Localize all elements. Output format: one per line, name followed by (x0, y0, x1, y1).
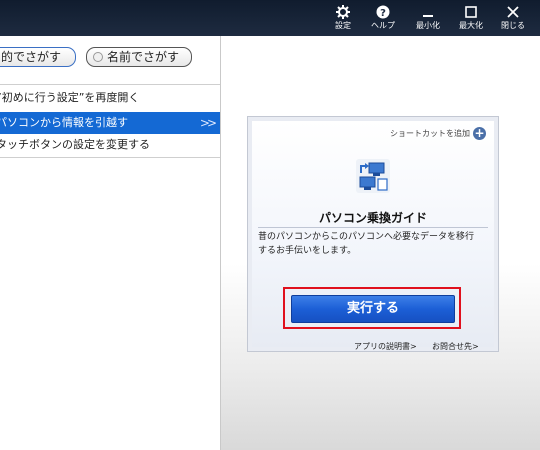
svg-text:?: ? (380, 8, 386, 19)
search-by-name-button[interactable]: 名前でさがす (86, 47, 192, 67)
divider (0, 157, 220, 158)
help-button[interactable]: ? ヘルプ (368, 0, 398, 36)
menu-item-pc-transfer[interactable]: パソコンから情報を引越す >> (0, 112, 220, 134)
minimize-button[interactable]: 最小化 (413, 0, 443, 36)
radio-icon (93, 52, 103, 62)
minimize-label: 最小化 (416, 21, 440, 30)
menu-item-label: タッチボタンの設定を変更する (0, 138, 150, 151)
close-icon (507, 6, 519, 18)
app-description: 昔のパソコンからこのパソコンへ必要なデータを移行 するお手伝いをします。 (258, 230, 490, 258)
maximize-label: 最大化 (459, 21, 483, 30)
app-title: パソコン乗換ガイド (318, 211, 427, 225)
menu-item-label: パソコンから情報を引越す (0, 116, 128, 129)
divider (0, 84, 220, 85)
minimize-icon (423, 15, 433, 17)
settings-button[interactable]: 設定 (328, 0, 358, 36)
title-bar: 設定 ? ヘルプ 最小化 最大化 閉じる (0, 0, 540, 36)
add-shortcut-label: ショートカットを追加 (390, 129, 470, 138)
plus-circle-icon: + (473, 126, 486, 140)
pc-transfer-icon (356, 159, 390, 193)
add-shortcut-link[interactable]: ショートカットを追加 + (390, 127, 486, 141)
maximize-icon (465, 6, 477, 18)
menu-item-touch-button-settings[interactable]: タッチボタンの設定を変更する (0, 134, 220, 156)
help-label: ヘルプ (371, 21, 395, 30)
close-label: 閉じる (501, 21, 525, 30)
settings-label: 設定 (335, 21, 351, 30)
divider (258, 227, 488, 228)
app-description-line-1: 昔のパソコンからこのパソコンへ必要なデータを移行 (258, 232, 475, 242)
double-chevron-right-icon: >> (199, 116, 217, 130)
left-pane: 目的でさがす 名前でさがす ”初めに行う設定”を再度開く パソコンから情報を引越… (0, 36, 221, 450)
contact-link[interactable]: お問合せ先> (432, 341, 479, 352)
run-button[interactable]: 実行する (291, 295, 455, 323)
highlight-box: 実行する (283, 287, 461, 329)
help-icon: ? (376, 5, 390, 19)
app-manual-link[interactable]: アプリの説明書> (354, 341, 417, 352)
maximize-button[interactable]: 最大化 (456, 0, 486, 36)
search-by-name-label: 名前でさがす (107, 50, 180, 64)
search-by-purpose-label: 目的でさがす (0, 50, 62, 64)
menu-item-initial-settings[interactable]: ”初めに行う設定”を再度開く (0, 87, 220, 109)
gear-icon (336, 5, 350, 19)
search-by-purpose-button[interactable]: 目的でさがす (0, 47, 76, 67)
app-description-line-2: するお手伝いをします。 (258, 246, 357, 256)
menu-item-label: ”初めに行う設定”を再度開く (0, 91, 140, 104)
close-button[interactable]: 閉じる (498, 0, 528, 36)
